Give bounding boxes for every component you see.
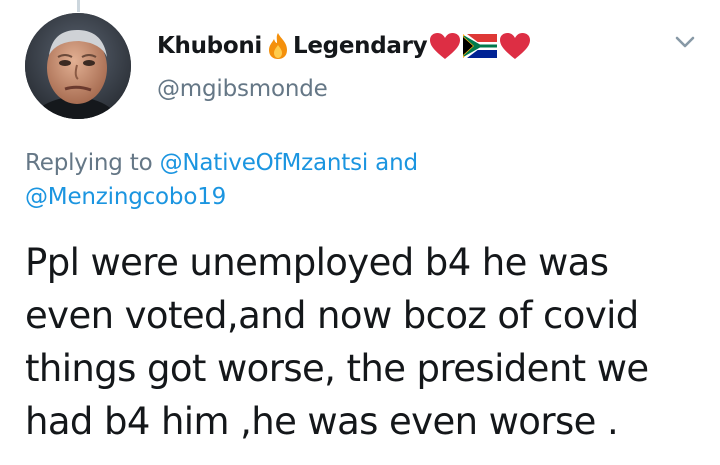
author-display-name-suffix: Legendary xyxy=(293,33,428,59)
red-heart-emoji-icon xyxy=(499,32,531,60)
chevron-down-icon[interactable] xyxy=(672,32,698,52)
avatar-photo xyxy=(25,13,131,119)
replying-joiner: and xyxy=(375,150,418,176)
author-handle[interactable]: @mgibsmonde xyxy=(157,76,328,102)
mention-link[interactable]: @Menzingcobo19 xyxy=(25,184,226,210)
thread-connector-line xyxy=(77,0,80,12)
author-display-name: Khuboni xyxy=(157,33,262,59)
avatar[interactable] xyxy=(25,13,131,119)
replying-to-prefix: Replying to xyxy=(25,150,153,176)
fire-emoji-icon xyxy=(267,32,289,60)
south-africa-flag-emoji-icon xyxy=(463,34,498,58)
author-name-row[interactable]: Khuboni Legendary xyxy=(157,26,531,66)
tweet-text: Ppl were unemployed b4 he was even voted… xyxy=(25,241,649,443)
replying-to-line: Replying to @NativeOfMzantsi and @Menzin… xyxy=(25,146,625,214)
mention-link[interactable]: @NativeOfMzantsi xyxy=(160,150,369,176)
red-heart-emoji-icon xyxy=(429,32,461,60)
